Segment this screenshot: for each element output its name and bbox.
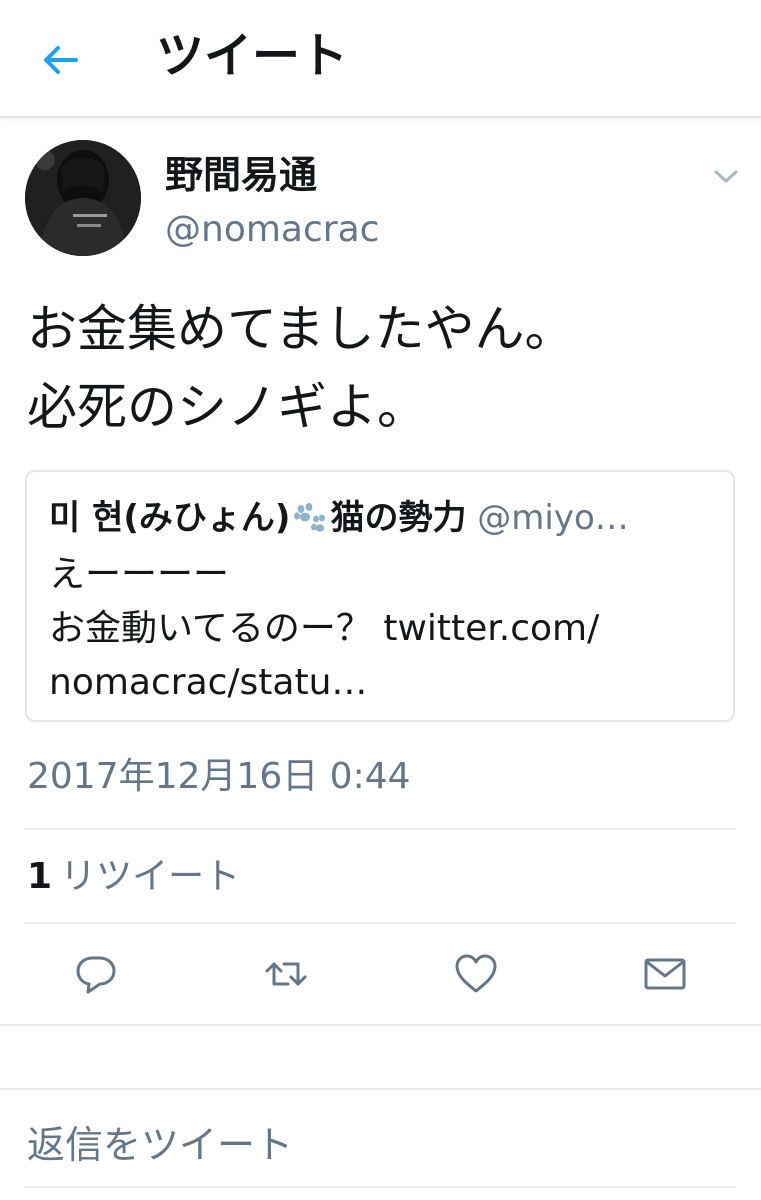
quoted-text-line: お金動いてるのー？ twitter.com/ (49, 608, 600, 649)
retweet-label: リツイート (60, 856, 241, 897)
section-gap (0, 1026, 761, 1088)
tweet-menu-button[interactable] (710, 160, 742, 192)
quoted-author-handle: @miyo… (477, 498, 629, 538)
tweet-text-line: 必死のシノギよ。 (27, 378, 427, 436)
reply-button[interactable] (72, 950, 120, 998)
avatar-image (25, 140, 141, 256)
like-button[interactable] (452, 950, 500, 998)
envelope-icon (644, 958, 686, 990)
divider (25, 828, 735, 830)
tweet-text-line: お金集めてましたやん。 (27, 300, 575, 358)
divider (0, 1088, 761, 1090)
quoted-author-name-part: 猫の勢力 (330, 498, 467, 538)
avatar[interactable] (25, 140, 141, 256)
page-title: ツイート (156, 28, 349, 84)
reply-input-underline (25, 1186, 735, 1188)
retweet-stats[interactable]: 1 リツイート (27, 852, 240, 902)
quoted-author-name: 미 현(みひょん) 猫の勢力 (49, 498, 466, 538)
quoted-text-line: nomacrac/statu… (49, 662, 368, 703)
author-screen-name[interactable]: @nomacrac (165, 206, 379, 254)
author-display-name[interactable]: 野間易通 (165, 150, 317, 200)
arrow-left-icon (44, 46, 78, 74)
retweet-button[interactable] (262, 950, 310, 998)
direct-message-button[interactable] (641, 950, 689, 998)
reply-input[interactable]: 返信をツイート (27, 1118, 293, 1172)
back-button[interactable] (36, 36, 84, 84)
heart-icon (455, 954, 497, 993)
tweet-timestamp[interactable]: 2017年12月16日 0:44 (27, 752, 411, 802)
paw-icon (294, 503, 326, 532)
quoted-tweet-card[interactable]: 미 현(みひょん) 猫の勢力 @miyo… えーーーー お金動いてるのー？ tw… (25, 470, 735, 722)
reply-icon (76, 956, 116, 994)
tweet-text: お金集めてましたやん。 必死のシノギよ。 (27, 290, 747, 446)
retweet-icon (265, 962, 307, 986)
top-app-bar: ツイート (0, 0, 761, 118)
chevron-down-icon (714, 170, 738, 183)
quoted-tweet-header: 미 현(みひょん) 猫の勢力 @miyo… (49, 494, 719, 542)
retweet-count: 1 (27, 856, 53, 897)
quoted-author-name-part: 미 현(みひょん) (49, 498, 291, 538)
divider (25, 922, 735, 924)
quoted-text-line: えーーーー (49, 554, 230, 595)
quoted-tweet-text: えーーーー お金動いてるのー？ twitter.com/ nomacrac/st… (49, 548, 719, 710)
